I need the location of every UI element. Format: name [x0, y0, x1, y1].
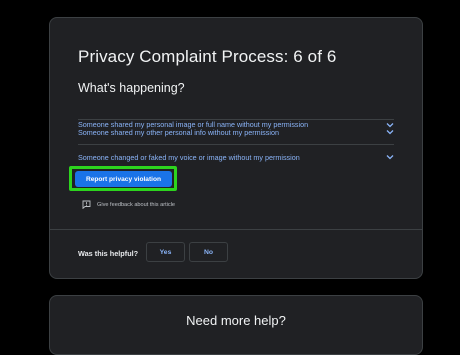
feedback-link[interactable]: Give feedback about this article [82, 200, 176, 210]
accordion-item-label: Someone shared my other personal info wi… [78, 127, 279, 137]
section-heading: What's happening? [78, 81, 185, 95]
feedback-label: Give feedback about this article [97, 201, 176, 208]
divider [50, 229, 422, 230]
more-help-title: Need more help? [186, 313, 286, 328]
accordion-item-label: Someone changed or faked my voice or ima… [78, 152, 300, 162]
chevron-down-icon [385, 128, 394, 137]
accordion-item-other-info[interactable]: Someone shared my other personal info wi… [78, 119, 394, 144]
yes-button[interactable]: Yes [146, 242, 185, 262]
feedback-icon [82, 200, 91, 210]
no-button[interactable]: No [189, 242, 228, 262]
privacy-process-card: Privacy Complaint Process: 6 of 6 What's… [49, 17, 423, 279]
chevron-down-icon [385, 153, 394, 162]
helpful-question: Was this helpful? [78, 249, 139, 258]
more-help-card: Need more help? [49, 295, 423, 355]
report-privacy-violation-button[interactable]: Report privacy violation [75, 171, 172, 187]
page-title: Privacy Complaint Process: 6 of 6 [78, 47, 337, 66]
